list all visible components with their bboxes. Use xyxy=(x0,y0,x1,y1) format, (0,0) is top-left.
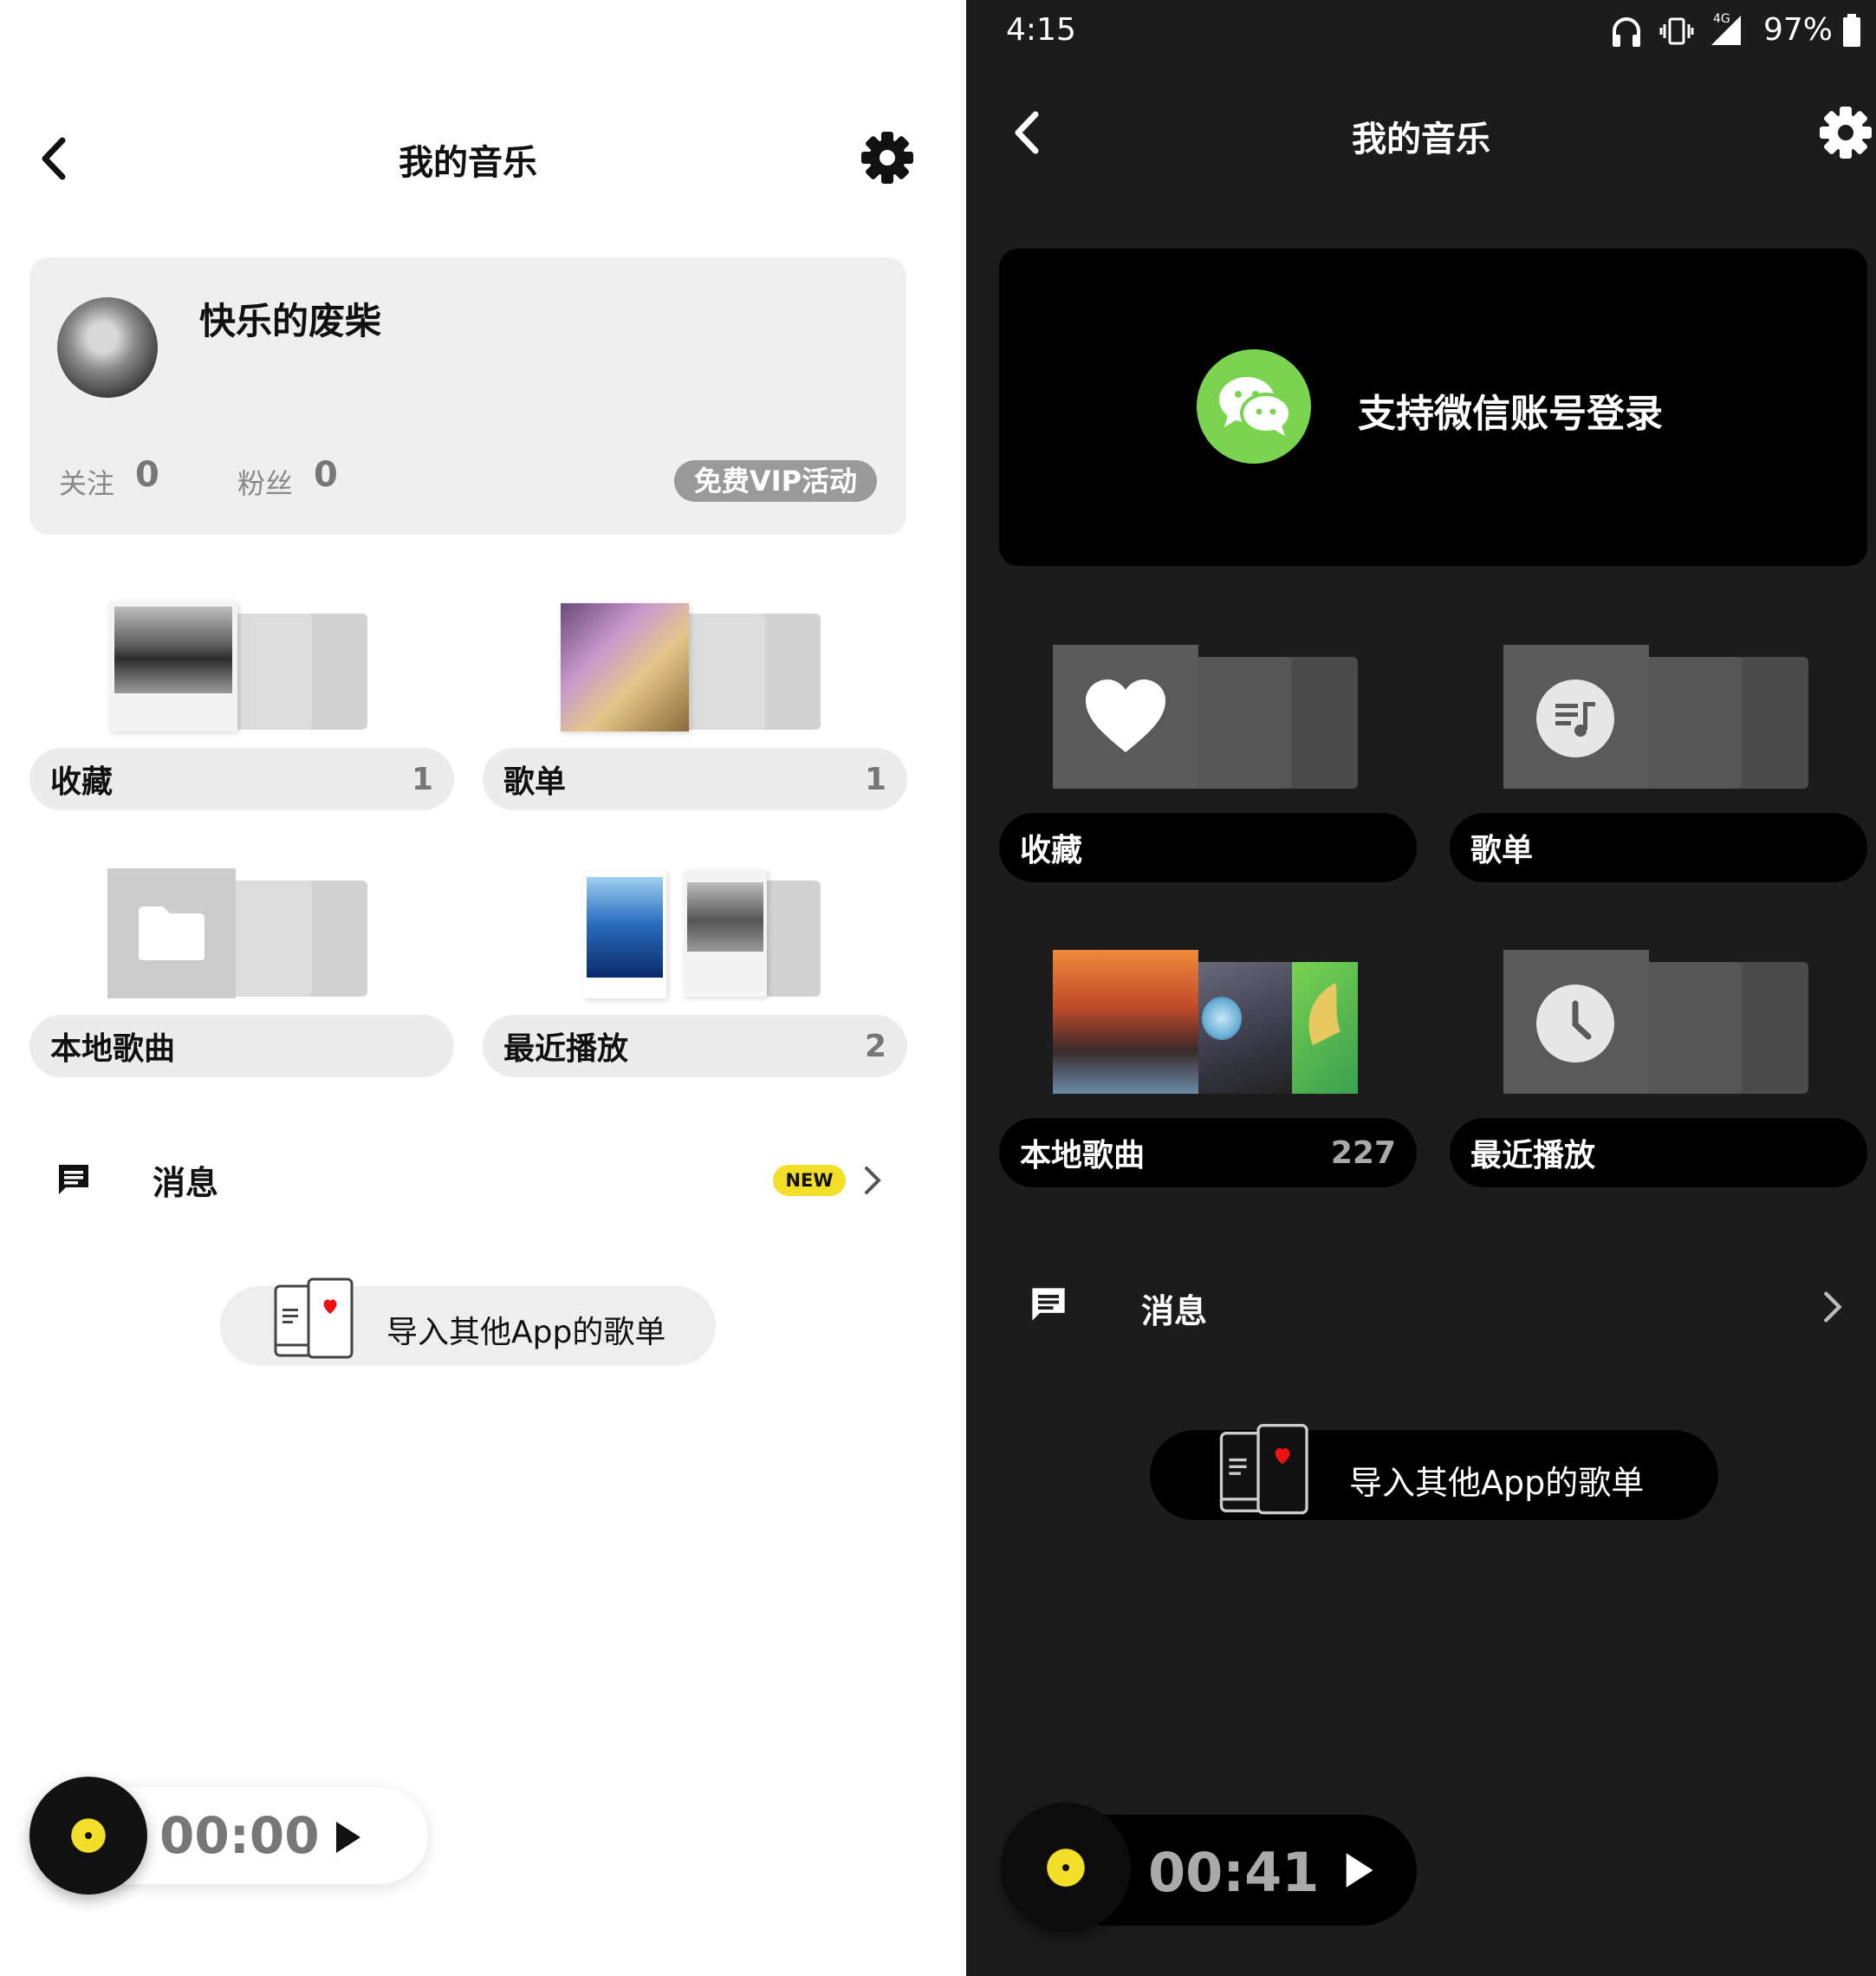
username: 快乐的废柴 xyxy=(199,300,382,342)
messages-label: 消息 xyxy=(1141,1292,1208,1330)
play-icon[interactable] xyxy=(333,1820,362,1855)
page-title: 我的音乐 xyxy=(1352,120,1490,159)
messages-row[interactable]: 消息 xyxy=(999,1269,1867,1338)
stack-card xyxy=(1736,657,1808,789)
page-title: 我的音乐 xyxy=(399,143,537,183)
vip-badge[interactable]: 免费VIP活动 xyxy=(674,460,877,502)
import-phones-icon xyxy=(1217,1420,1314,1517)
album-cover xyxy=(1285,962,1358,1094)
battery-icon xyxy=(1841,14,1862,47)
message-icon xyxy=(1029,1284,1068,1324)
light-theme-screen: 我的音乐 快乐的废柴 关注 0 粉丝 0 免费VIP活动 收藏 1 歌单 1 本… xyxy=(0,0,966,1976)
gear-icon[interactable] xyxy=(860,130,915,185)
album-cover xyxy=(583,872,666,998)
stack-card xyxy=(229,881,312,997)
tile-label: 收藏 xyxy=(1020,833,1083,868)
chevron-right-icon xyxy=(863,1165,882,1196)
album-cover xyxy=(1053,950,1198,1094)
playback-time: 00:41 xyxy=(1148,1841,1320,1904)
play-icon[interactable] xyxy=(1342,1851,1375,1889)
stack-card xyxy=(1640,962,1743,1094)
wechat-login-text: 支持微信账号登录 xyxy=(1358,392,1663,436)
tile-label: 最近播放 xyxy=(503,1031,629,1067)
import-label: 导入其他App的歌单 xyxy=(386,1315,666,1350)
tile-label: 最近播放 xyxy=(1470,1138,1596,1173)
vinyl-disc-icon xyxy=(29,1777,147,1895)
playlists-cover xyxy=(1503,645,1649,789)
tile-count: 1 xyxy=(411,761,433,797)
stack-card xyxy=(229,614,312,730)
new-badge: NEW xyxy=(773,1165,846,1196)
signal-icon xyxy=(1703,12,1746,49)
clock-icon xyxy=(1536,985,1614,1063)
back-arrow-icon[interactable] xyxy=(38,137,68,180)
vibrate-icon xyxy=(1659,14,1694,49)
vinyl-disc-icon xyxy=(1001,1803,1131,1933)
dark-theme-screen: 4:15 4G 97% 我的音乐 支持微信账号登录 收藏 歌单 本地歌曲 227… xyxy=(966,0,1876,1976)
mini-player[interactable]: 00:00 xyxy=(29,1777,428,1895)
local-songs-tile[interactable]: 本地歌曲 227 xyxy=(999,948,1417,1187)
tile-count: 2 xyxy=(864,1028,886,1064)
fans-label: 粉丝 xyxy=(237,467,294,500)
heart-icon xyxy=(1084,678,1167,756)
stack-card xyxy=(305,614,367,730)
messages-label: 消息 xyxy=(153,1164,219,1202)
favorites-cover xyxy=(1053,645,1198,789)
recent-cover xyxy=(1503,950,1649,1094)
playlists-tile[interactable]: 歌单 xyxy=(1450,643,1867,882)
local-songs-tile[interactable]: 本地歌曲 xyxy=(29,865,454,1077)
playlists-tile[interactable]: 歌单 1 xyxy=(483,598,907,810)
recent-plays-tile[interactable]: 最近播放 xyxy=(1450,948,1867,1187)
recent-plays-tile[interactable]: 最近播放 2 xyxy=(483,865,907,1077)
album-cover xyxy=(109,601,237,731)
tile-label: 本地歌曲 xyxy=(50,1031,176,1067)
playback-time: 00:00 xyxy=(159,1806,320,1865)
stack-card xyxy=(682,614,765,730)
stack-card xyxy=(1190,657,1292,789)
headphones-icon xyxy=(1611,14,1642,49)
import-playlists-button[interactable]: 导入其他App的歌单 xyxy=(220,1277,716,1366)
fans-count: 0 xyxy=(314,455,338,495)
gear-icon[interactable] xyxy=(1818,105,1873,160)
tile-label: 歌单 xyxy=(503,764,567,800)
stack-card xyxy=(1736,962,1808,1094)
stack-card xyxy=(758,614,821,730)
album-cover xyxy=(684,870,767,997)
album-cover xyxy=(1190,962,1292,1094)
following-count: 0 xyxy=(135,455,159,495)
mini-player[interactable]: 00:41 xyxy=(1001,1801,1434,1940)
stack-card xyxy=(305,881,367,997)
playlist-icon xyxy=(1536,679,1614,757)
album-cover xyxy=(561,603,689,731)
tile-count: 1 xyxy=(864,761,886,797)
status-time: 4:15 xyxy=(1006,12,1076,48)
import-playlists-button[interactable]: 导入其他App的歌单 xyxy=(1150,1424,1718,1520)
avatar[interactable] xyxy=(57,297,158,398)
tile-count: 227 xyxy=(1330,1134,1396,1171)
profile-card[interactable]: 快乐的废柴 关注 0 粉丝 0 免费VIP活动 xyxy=(29,257,906,535)
tile-label: 本地歌曲 xyxy=(1020,1138,1146,1173)
following-label: 关注 xyxy=(59,467,115,500)
stack-card xyxy=(1285,657,1358,789)
wechat-icon xyxy=(1197,349,1311,464)
back-arrow-icon[interactable] xyxy=(1011,111,1041,154)
favorites-tile[interactable]: 收藏 xyxy=(999,643,1417,882)
folder-icon xyxy=(135,903,208,964)
wechat-login-card[interactable]: 支持微信账号登录 xyxy=(999,249,1867,566)
message-icon xyxy=(55,1161,92,1198)
stack-card xyxy=(758,881,821,997)
import-label: 导入其他App的歌单 xyxy=(1349,1464,1645,1502)
folder-tile-cover xyxy=(107,868,236,998)
favorites-tile[interactable]: 收藏 1 xyxy=(29,598,454,810)
tile-label: 歌单 xyxy=(1470,833,1534,868)
messages-row[interactable]: 消息 NEW xyxy=(29,1144,906,1213)
chevron-right-icon xyxy=(1822,1290,1843,1324)
tile-label: 收藏 xyxy=(50,764,114,800)
battery-percent: 97% xyxy=(1763,12,1834,48)
stack-card xyxy=(1640,657,1743,789)
import-phones-icon xyxy=(272,1274,359,1361)
